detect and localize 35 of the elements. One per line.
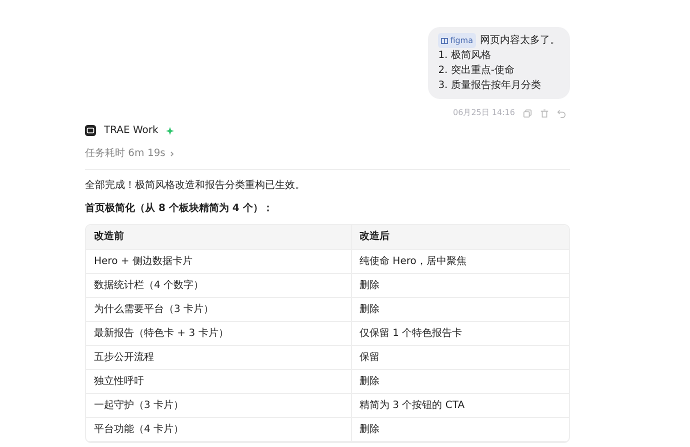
- table-cell: 仅保留 1 个特色报告卡: [351, 321, 569, 345]
- table-cell: 平台功能（4 卡片）: [86, 417, 351, 441]
- column-header: 改造后: [351, 225, 569, 249]
- chevron-icon[interactable]: [169, 150, 176, 156]
- table-cell: Hero + 侧边数据卡片: [86, 249, 351, 273]
- table-cell: 五步公开流程: [86, 345, 351, 369]
- trash-icon[interactable]: [540, 108, 549, 118]
- table-cell: 为什么需要平台（3 卡片）: [86, 297, 351, 321]
- task-duration: 任务耗时 6m 19s: [85, 146, 166, 161]
- sparkle-icon: [166, 126, 174, 134]
- timestamp: 06月25日 14:16: [453, 107, 515, 119]
- table-cell: 一起守护（3 卡片）: [86, 393, 351, 417]
- table-cell: 保留: [351, 345, 569, 369]
- table-cell: 删除: [351, 273, 569, 297]
- table-cell: 删除: [351, 297, 569, 321]
- message-line: 1. 极简风格: [438, 48, 492, 63]
- book-icon: [441, 38, 448, 44]
- table-cell: 纯使命 Hero，居中聚焦: [351, 249, 569, 273]
- message-line: 网页内容太多了。: [480, 34, 560, 48]
- message-line: 3. 质量报告按年月分类: [438, 78, 542, 93]
- undo-icon[interactable]: [557, 108, 566, 118]
- column-header: 改造前: [86, 225, 351, 249]
- intro-text: 全部完成！极简风格改造和报告分类重构已生效。: [85, 178, 306, 193]
- terminal-icon: [85, 125, 96, 136]
- table-cell: 最新报告（特色卡 + 3 卡片）: [86, 321, 351, 345]
- table-cell: 独立性呼吁: [86, 369, 351, 393]
- table-cell: 精简为 3 个按钮的 CTA: [351, 393, 569, 417]
- table-cell: 删除: [351, 369, 569, 393]
- copy-icon[interactable]: [523, 108, 532, 118]
- table-cell: 数据统计栏（4 个数字）: [86, 273, 351, 297]
- figma-tag[interactable]: figma: [438, 33, 476, 48]
- agent-name: TRAE Work: [104, 124, 158, 138]
- table-cell: 删除: [351, 417, 569, 441]
- message-line: 2. 突出重点-使命: [438, 64, 516, 78]
- section-heading: 首页极简化（从 8 个板块精简为 4 个）：: [85, 202, 274, 216]
